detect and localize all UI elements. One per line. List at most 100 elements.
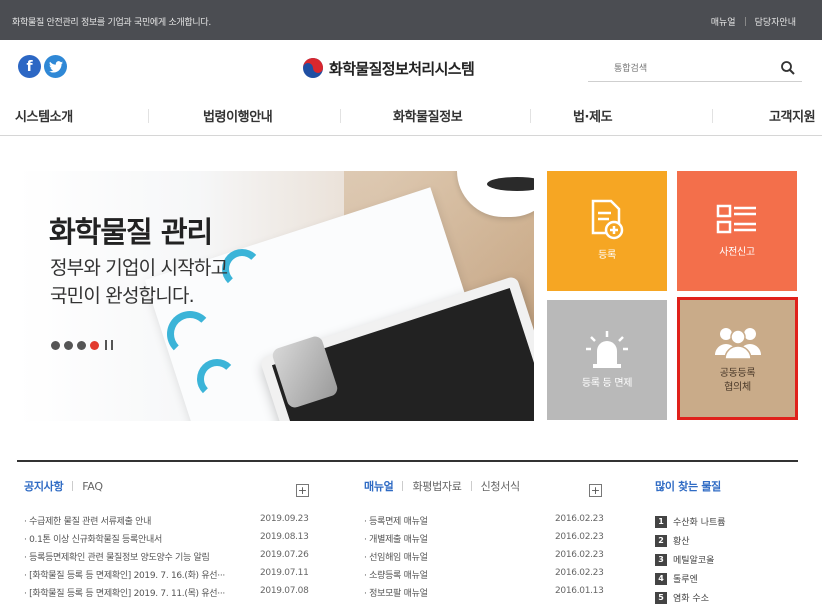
rank-badge: 3 (655, 553, 667, 566)
manual-more-button[interactable]: + (589, 484, 602, 497)
contact-link[interactable]: 담당자안내 (755, 15, 796, 28)
list-item[interactable]: 3 메틸알코올 (655, 550, 726, 569)
banner-subtext: 정부와 기업이 시작하고 국민이 완성합니다. (50, 254, 228, 310)
notice-tabs: 공지사항 FAQ (24, 478, 103, 494)
list-item[interactable]: · 개별제출 매뉴얼 2016.02.23 (364, 532, 604, 550)
register-label: 등록 (598, 250, 616, 261)
pre-report-label: 사전신고 (719, 247, 755, 258)
sns-links: f (18, 55, 70, 78)
board-divider (17, 460, 798, 462)
list-item-date: 2019.07.11 (260, 568, 309, 578)
list-item-title: · 수급제한 물질 관련 서류제출 안내 (24, 517, 152, 527)
divider (72, 481, 74, 491)
divider (402, 481, 404, 491)
popular-substances: 많이 찾는 물질 (655, 478, 721, 494)
tab-law-materials[interactable]: 화평법자료 (412, 478, 461, 494)
list-item[interactable]: · [화학물질 등록 등 면제확인] 2019. 7. 11.(목) 유선···… (24, 586, 314, 604)
taegeuk-logo-icon (303, 58, 323, 78)
list-item[interactable]: · [화학물질 등록 등 면제확인] 2019. 7. 16.(화) 유선···… (24, 568, 314, 586)
list-item-date: 2016.02.23 (555, 550, 604, 560)
list-item[interactable]: · 0.1톤 이상 신규화학물질 등록안내서 2019.08.13 (24, 532, 314, 550)
list-item-title: · [화학물질 등록 등 면제확인] 2019. 7. 16.(화) 유선··· (24, 571, 225, 581)
chart-graphic (197, 359, 237, 399)
site-header: f 화학물질정보처리시스템 (0, 40, 822, 98)
tab-manual[interactable]: 매뉴얼 (364, 478, 394, 494)
list-item[interactable]: 2 황산 (655, 531, 726, 550)
tab-faq[interactable]: FAQ (82, 480, 103, 493)
list-item-title: · 선임해임 매뉴얼 (364, 553, 428, 563)
list-item[interactable]: 4 톨루엔 (655, 569, 726, 588)
twitter-icon[interactable] (44, 55, 67, 78)
top-utility-bar: 화학물질 안전관리 정보를 기업과 국민에게 소개합니다. 매뉴얼 담당자안내 (0, 0, 822, 40)
pre-report-tile[interactable]: 사전신고 (677, 171, 797, 291)
nav-chemical-info[interactable]: 화학물질정보 (393, 106, 463, 125)
list-item-date: 2019.07.08 (260, 586, 309, 596)
divider (470, 481, 472, 491)
substance-name: 메틸알코올 (673, 556, 715, 566)
tab-notice[interactable]: 공지사항 (24, 478, 64, 494)
search-input[interactable] (614, 60, 754, 78)
search-icon[interactable] (780, 60, 796, 76)
list-item[interactable]: 5 염화 수소 (655, 588, 726, 607)
register-tile[interactable]: 등록 (547, 171, 667, 291)
manual-tabs: 매뉴얼 화평법자료 신청서식 (364, 478, 520, 494)
list-item[interactable]: · 선임해임 매뉴얼 2016.02.23 (364, 550, 604, 568)
slide-dot[interactable] (77, 340, 86, 350)
tab-application-forms[interactable]: 신청서식 (481, 478, 521, 494)
joint-registration-tile[interactable]: 공동등록 협의체 (677, 297, 798, 420)
list-item-title: · 소량등록 매뉴얼 (364, 571, 428, 581)
list-item[interactable]: · 수급제한 물질 관련 서류제출 안내 2019.09.23 (24, 514, 314, 532)
list-item-title: · 등록면제 매뉴얼 (364, 517, 428, 527)
nav-law-guide[interactable]: 법령이행안내 (203, 106, 273, 125)
list-item-title: · [화학물질 등록 등 면제확인] 2019. 7. 11.(목) 유선··· (24, 589, 225, 599)
hero-banner[interactable]: 화학물질 관리 정부와 기업이 시작하고 국민이 완성합니다. (17, 171, 534, 421)
rank-badge: 2 (655, 534, 667, 547)
list-item-date: 2019.09.23 (260, 514, 309, 524)
document-add-icon (591, 199, 624, 240)
rank-badge: 5 (655, 591, 667, 604)
people-icon (714, 327, 761, 359)
manual-link[interactable]: 매뉴얼 (711, 15, 736, 28)
list-item-date: 2016.01.13 (555, 586, 604, 596)
popular-title: 많이 찾는 물질 (655, 480, 721, 493)
nav-customer-support[interactable]: 고객지원 (769, 106, 816, 125)
substance-name: 염화 수소 (673, 594, 709, 604)
list-item-date: 2019.07.26 (260, 550, 309, 560)
banner-line-2: 국민이 완성합니다. (50, 285, 195, 307)
main-navigation: 시스템소개 법령이행안내 화학물질정보 법·제도 고객지원 (0, 98, 822, 136)
site-title: 화학물질정보처리시스템 (329, 59, 475, 78)
list-item-title: · 개별제출 매뉴얼 (364, 535, 428, 545)
chart-graphic (222, 249, 262, 289)
popular-list: 1 수산화 나트륨 2 황산 3 메틸알코올 4 톨루엔 5 염화 수소 (655, 512, 726, 607)
list-item[interactable]: · 등록등면제확인 관련 물질정보 양도양수 기능 알림 2019.07.26 (24, 550, 314, 568)
site-logo[interactable]: 화학물질정보처리시스템 (302, 57, 475, 79)
list-item[interactable]: · 등록면제 매뉴얼 2016.02.23 (364, 514, 604, 532)
rank-badge: 1 (655, 515, 667, 528)
slide-dot-active[interactable] (90, 340, 99, 350)
list-item-title: · 0.1톤 이상 신규화학물질 등록안내서 (24, 535, 162, 545)
popular-header: 많이 찾는 물질 (655, 478, 721, 494)
substance-name: 톨루엔 (673, 575, 698, 585)
nav-system-intro[interactable]: 시스템소개 (15, 106, 73, 125)
substance-name: 수산화 나트륨 (673, 518, 726, 528)
divider (340, 109, 341, 123)
list-item-date: 2016.02.23 (555, 568, 604, 578)
chart-graphic (167, 311, 213, 357)
slide-dot[interactable] (51, 340, 60, 350)
list-icon (716, 204, 756, 234)
substance-name: 황산 (673, 537, 690, 547)
list-item[interactable]: 1 수산화 나트륨 (655, 512, 726, 531)
list-item[interactable]: · 소량등록 매뉴얼 2016.02.23 (364, 568, 604, 586)
list-item[interactable]: · 정보모팔 매뉴얼 2016.01.13 (364, 586, 604, 604)
slide-dot[interactable] (64, 340, 73, 350)
divider (744, 17, 746, 26)
banner-headline: 화학물질 관리 (49, 215, 213, 249)
notice-more-button[interactable]: + (296, 484, 309, 497)
facebook-icon[interactable]: f (18, 55, 41, 78)
list-item-title: · 정보모팔 매뉴얼 (364, 589, 428, 599)
list-item-date: 2016.02.23 (555, 532, 604, 542)
nav-law-system[interactable]: 법·제도 (573, 106, 613, 125)
pause-icon[interactable] (105, 340, 113, 350)
exemption-tile[interactable]: 등록 등 면제 (547, 300, 667, 420)
notice-list: · 수급제한 물질 관련 서류제출 안내 2019.09.23 · 0.1톤 이상… (24, 514, 314, 604)
